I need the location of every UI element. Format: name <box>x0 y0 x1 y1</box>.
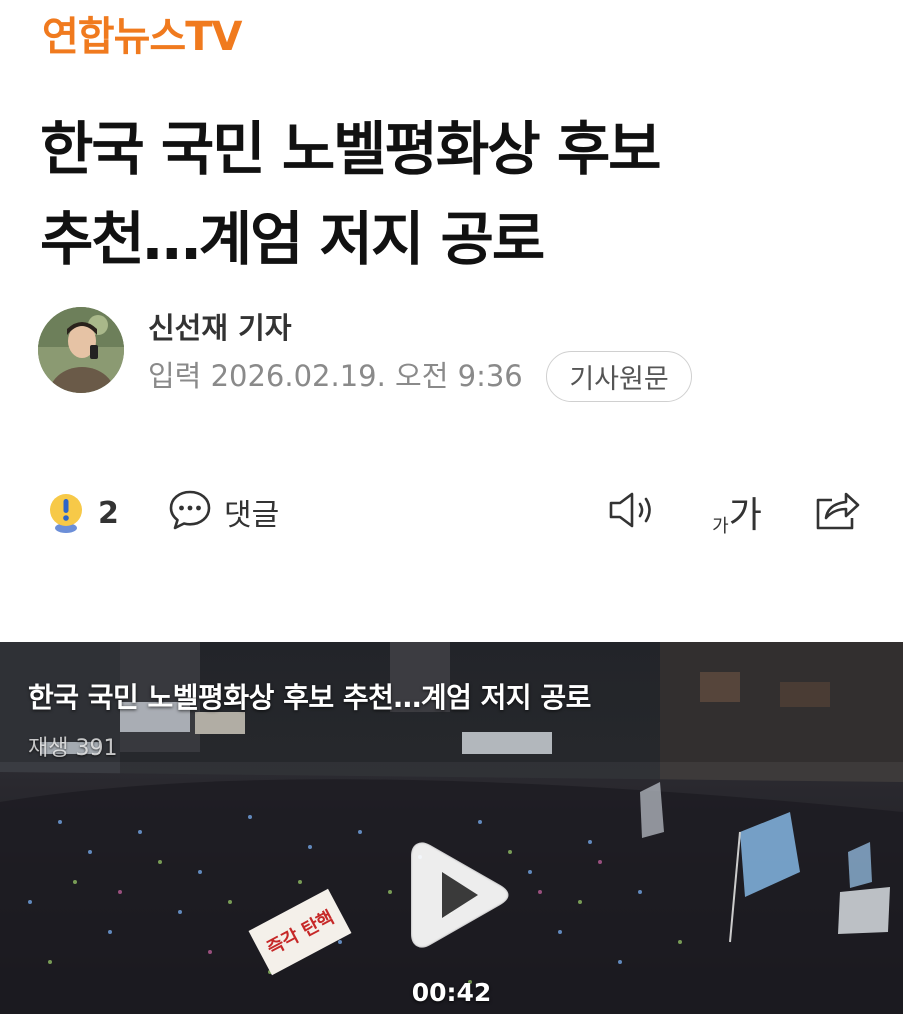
headline-line-1: 한국 국민 노벨평화상 후보 <box>40 115 662 183</box>
video-title: 한국 국민 노벨평화상 후보 추천…계엄 저지 공로 <box>28 681 591 714</box>
play-button[interactable] <box>408 838 512 952</box>
exclamation-reaction-icon <box>48 488 84 538</box>
reaction-button[interactable]: 2 <box>48 488 119 538</box>
font-size-icon: 가 가 <box>712 486 762 538</box>
play-icon <box>408 842 512 956</box>
video-player[interactable]: 즉각 탄핵 한국 국민 노벨평화상 후보 추천…계엄 저지 공로 재생 391 … <box>0 642 903 1014</box>
speaker-icon <box>606 490 658 534</box>
share-icon <box>812 488 862 536</box>
font-size-large-glyph: 가 <box>728 495 762 536</box>
font-size-small-glyph: 가 <box>712 516 729 537</box>
author-name[interactable]: 신선재 기자 <box>148 308 292 348</box>
text-to-speech-button[interactable] <box>604 488 660 536</box>
reaction-count: 2 <box>98 495 119 531</box>
comment-button[interactable]: 댓글 <box>168 488 279 536</box>
share-button[interactable] <box>810 488 864 536</box>
comment-label: 댓글 <box>224 498 280 533</box>
video-duration: 00:42 <box>411 978 492 1007</box>
headline-line-2: 추천…계엄 저지 공로 <box>40 205 545 273</box>
video-play-count: 재생 391 <box>28 736 118 761</box>
article-headline: 한국 국민 노벨평화상 후보 추천…계엄 저지 공로 <box>40 104 870 284</box>
published-timestamp: 입력 2026.02.19. 오전 9:36 <box>148 359 523 393</box>
article-action-bar: 2 댓글 가 가 <box>0 480 903 544</box>
author-avatar[interactable] <box>38 307 124 393</box>
original-article-button[interactable]: 기사원문 <box>546 351 692 402</box>
brand-logo[interactable]: 연합뉴스TV <box>42 12 242 62</box>
comment-bubble-icon <box>168 488 212 536</box>
font-size-button[interactable]: 가 가 <box>706 486 768 538</box>
